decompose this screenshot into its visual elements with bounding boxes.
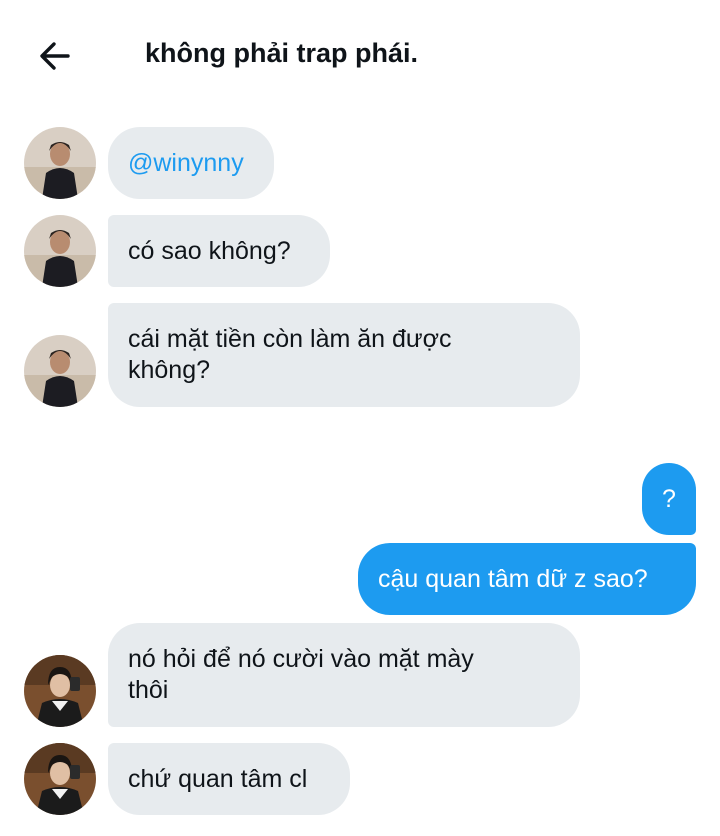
avatar-photo [24, 655, 96, 727]
avatar-photo [24, 335, 96, 407]
message-bubble-received[interactable]: @winynny [108, 127, 274, 199]
message-bubble-sent[interactable]: cậu quan tâm dữ z sao? [358, 543, 696, 615]
conversation-header: không phải trap phái. [0, 0, 720, 110]
message-text: ? [662, 484, 676, 513]
message-text: nó hỏi để nó cười vào mặt mày thôi [128, 645, 474, 704]
avatar-photo [24, 215, 96, 287]
avatar[interactable] [24, 127, 96, 199]
mention-link[interactable]: @winynny [128, 148, 244, 179]
message-bubble-received[interactable]: nó hỏi để nó cười vào mặt mày thôi [108, 623, 580, 727]
avatar[interactable] [24, 743, 96, 815]
back-button[interactable] [34, 34, 78, 78]
message-bubble-received[interactable]: chứ quan tâm cl [108, 743, 350, 815]
avatar[interactable] [24, 335, 96, 407]
message-bubble-sent[interactable]: ? [642, 463, 696, 535]
message-text: có sao không? [128, 236, 291, 265]
message-text: chứ quan tâm cl [128, 764, 308, 793]
avatar-photo [24, 127, 96, 199]
arrow-left-icon [40, 42, 70, 70]
message-bubble-received[interactable]: có sao không? [108, 215, 330, 287]
conversation-title: không phải trap phái. [145, 38, 419, 68]
message-bubble-received[interactable]: cái mặt tiền còn làm ăn được không? [108, 303, 580, 407]
avatar-photo [24, 743, 96, 815]
avatar[interactable] [24, 215, 96, 287]
avatar[interactable] [24, 655, 96, 727]
message-text: cái mặt tiền còn làm ăn được không? [128, 325, 452, 384]
message-text: cậu quan tâm dữ z sao? [378, 564, 648, 593]
